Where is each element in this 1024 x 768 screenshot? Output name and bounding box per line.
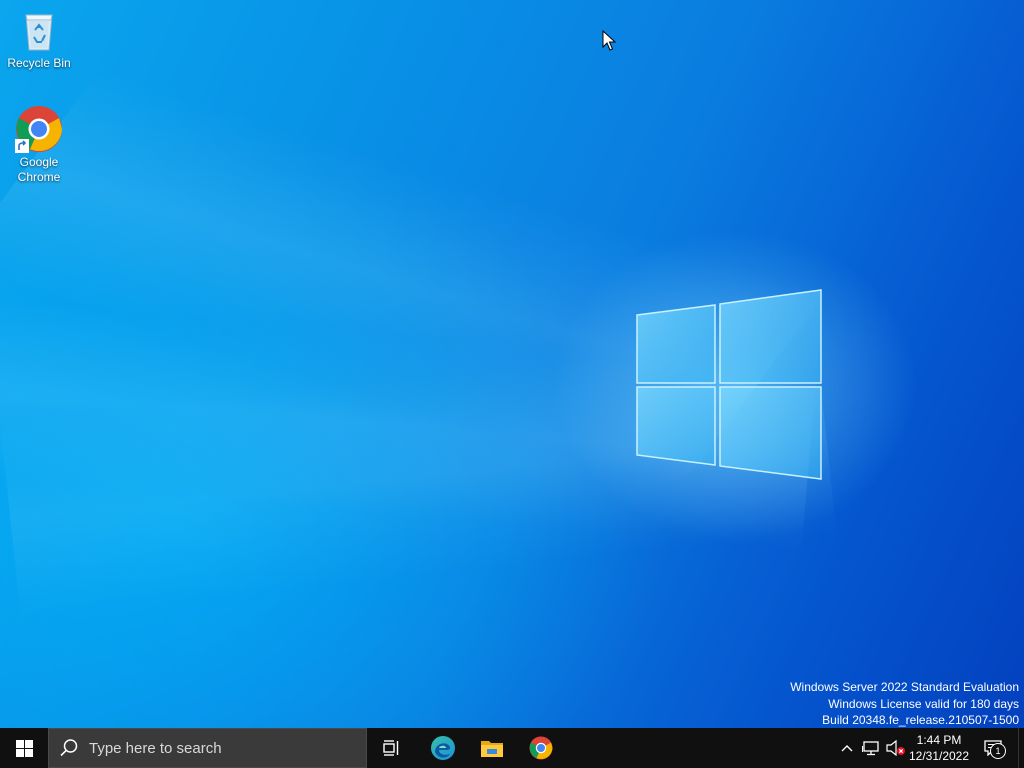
task-view-icon (383, 740, 399, 756)
taskbar-clock[interactable]: 1:44 PM 12/31/2022 (904, 728, 974, 768)
taskbar-chrome-button[interactable] (516, 728, 566, 768)
volume-muted-icon (886, 740, 905, 756)
desktop-icon-label: Google Chrome (17, 155, 61, 184)
notification-count-badge: 1 (990, 743, 1006, 759)
show-desktop-button[interactable] (1018, 728, 1024, 768)
desktop-icon-google-chrome[interactable]: Google Chrome (1, 105, 77, 185)
windows-logo-icon (15, 739, 33, 757)
windows-evaluation-watermark: Windows Server 2022 Standard Evaluation … (790, 679, 1019, 728)
mouse-cursor-icon (602, 30, 616, 51)
clock-date: 12/31/2022 (908, 749, 970, 763)
search-placeholder: Type here to search (89, 739, 222, 757)
clock-time: 1:44 PM (916, 733, 962, 747)
task-view-button[interactable] (368, 728, 416, 768)
start-button[interactable] (0, 728, 48, 768)
show-hidden-icons-button[interactable] (836, 728, 858, 768)
watermark-build: Build 20348.fe_release.210507-1500 (822, 713, 1019, 727)
network-icon (862, 741, 879, 756)
wallpaper-windows-logo-icon (636, 289, 822, 480)
desktop-icon-label: Recycle Bin (7, 56, 71, 70)
edge-icon (431, 736, 455, 760)
watermark-edition: Windows Server 2022 Standard Evaluation (790, 680, 1019, 694)
taskbar: Type here to search 1:44 PM 12/31/2022 1 (0, 728, 1024, 768)
chrome-icon (15, 105, 63, 153)
watermark-license: Windows License valid for 180 days (828, 696, 1019, 711)
shortcut-arrow-icon (15, 139, 29, 153)
folder-icon (481, 741, 503, 757)
chevron-up-icon (841, 745, 853, 752)
taskbar-search-box[interactable]: Type here to search (48, 728, 367, 768)
taskbar-edge-button[interactable] (418, 728, 468, 768)
taskbar-file-explorer-button[interactable] (468, 728, 516, 768)
search-icon (60, 739, 78, 757)
chrome-icon (529, 736, 553, 760)
network-status-button[interactable] (858, 728, 884, 768)
recycle-bin-icon (15, 6, 63, 54)
action-center-button[interactable]: 1 (976, 728, 1010, 768)
desktop[interactable]: Recycle Bin Google Chrome Windows Server… (0, 0, 1024, 728)
desktop-icon-recycle-bin[interactable]: Recycle Bin (1, 6, 77, 71)
